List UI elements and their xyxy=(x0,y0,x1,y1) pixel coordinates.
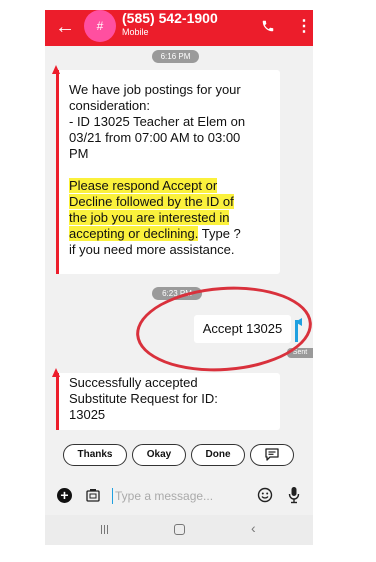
message-2-text: Successfully accepted Substitute Request… xyxy=(69,375,218,422)
message-1-text: We have job postings for your considerat… xyxy=(69,82,246,161)
incoming-message-2: Successfully accepted Substitute Request… xyxy=(52,368,280,430)
contact-number: (585) 542-1900 xyxy=(122,10,218,26)
conversation-header: ← # (585) 542-1900 Mobile ⋮ xyxy=(45,10,313,46)
gallery-icon[interactable] xyxy=(86,488,100,507)
message-input[interactable] xyxy=(112,488,235,504)
quick-reply-done[interactable]: Done xyxy=(191,444,245,466)
timestamp-1: 6:16 PM xyxy=(152,50,199,63)
contact-type: Mobile xyxy=(122,27,149,37)
messaging-screen: ← # (585) 542-1900 Mobile ⋮ 6:16 PM We h… xyxy=(45,10,313,545)
system-nav-bar: ‹ xyxy=(45,515,313,545)
avatar[interactable]: # xyxy=(84,10,116,42)
message-icon[interactable] xyxy=(250,444,294,466)
quick-reply-thanks[interactable]: Thanks xyxy=(63,444,127,466)
recent-apps-icon[interactable] xyxy=(100,525,110,535)
more-vert-icon[interactable]: ⋮ xyxy=(296,18,312,36)
emoji-icon[interactable] xyxy=(257,487,273,508)
message-composer: + xyxy=(45,480,313,512)
mic-icon[interactable] xyxy=(288,486,300,509)
add-circle-icon[interactable]: + xyxy=(57,488,72,503)
back-nav-icon[interactable]: ‹ xyxy=(251,520,256,536)
home-icon[interactable] xyxy=(174,524,185,535)
quick-replies: Thanks Okay Done xyxy=(63,444,313,466)
quick-reply-okay[interactable]: Okay xyxy=(132,444,186,466)
message-1-body: We have job postings for your considerat… xyxy=(69,82,279,258)
phone-icon[interactable] xyxy=(261,19,275,38)
incoming-message-1: We have job postings for your considerat… xyxy=(52,65,280,274)
back-arrow-icon[interactable]: ← xyxy=(55,16,75,38)
